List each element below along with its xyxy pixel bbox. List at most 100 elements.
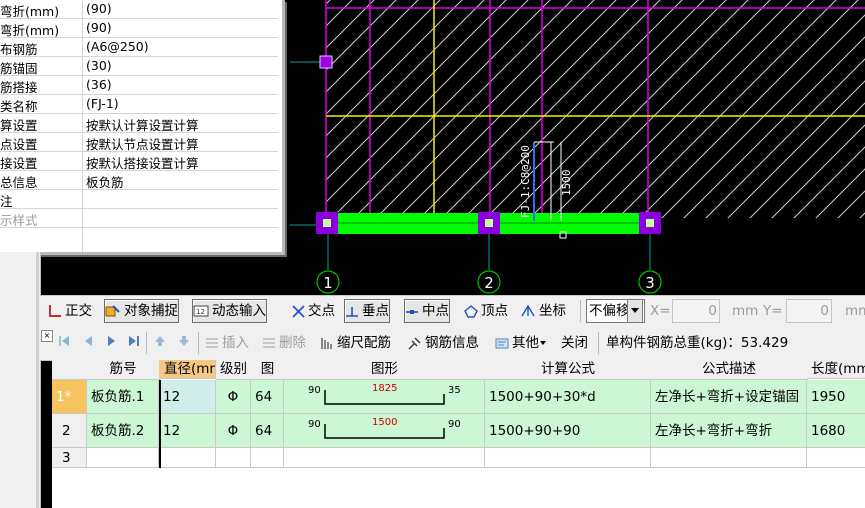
prop-value[interactable]: (90) xyxy=(86,20,112,35)
prop-value[interactable]: (FJ-1) xyxy=(86,96,119,111)
delete-label: 删除 xyxy=(279,335,306,351)
cell-shape[interactable]: 90 1825 35 xyxy=(284,380,485,414)
prop-value[interactable]: 按默认节点设置计算 xyxy=(86,134,199,153)
insert-button[interactable]: 插入 xyxy=(205,332,249,354)
cell-figure-no[interactable] xyxy=(251,448,284,468)
prop-row[interactable]: 筋锚固 (30) xyxy=(0,57,278,76)
object-snap-button[interactable]: 对象捕捉 xyxy=(104,299,179,323)
next-record-icon xyxy=(108,336,115,346)
y-input[interactable]: 0 xyxy=(786,299,832,323)
cell-length[interactable]: 1680 xyxy=(807,414,865,448)
header-formula[interactable]: 计算公式 xyxy=(485,360,652,380)
panel-close-icon[interactable]: × xyxy=(41,330,53,342)
properties-panel: 弯折(mm) (90) 弯折(mm) (90) 布钢筋 (A6@250) 筋锚固 (30… xyxy=(0,0,285,255)
x-input[interactable]: 0 xyxy=(672,299,720,323)
vertex-button[interactable]: 顶点 xyxy=(464,300,508,322)
last-record-icon xyxy=(129,336,139,346)
scale-rebar-button[interactable]: 缩尺配筋 xyxy=(320,332,391,354)
prop-row[interactable]: 接设置 按默认搭接设置计算 xyxy=(0,152,278,171)
dim-label: 1500 xyxy=(560,170,573,197)
prop-row[interactable]: 注 xyxy=(0,190,278,209)
header-formula-desc[interactable]: 公式描述 xyxy=(651,360,808,380)
prop-row[interactable]: 布钢筋 (A6@250) xyxy=(0,38,278,57)
cell-formula[interactable]: 1500+90+90 xyxy=(485,414,651,448)
cell-shape[interactable] xyxy=(284,448,485,468)
prop-row[interactable]: 总信息 板负筋 xyxy=(0,171,278,190)
cell-formula[interactable] xyxy=(485,448,651,468)
delete-button[interactable]: 删除 xyxy=(262,332,306,354)
ortho-button[interactable]: 正交 xyxy=(48,300,92,322)
cell-formula-desc[interactable] xyxy=(651,448,807,468)
coordinate-label: 坐标 xyxy=(539,303,566,319)
cell-diameter[interactable]: 12 xyxy=(159,414,216,448)
cell-shape[interactable]: 90 1500 90 xyxy=(284,414,485,448)
perpendicular-button[interactable]: 垂点 xyxy=(344,299,390,323)
cell-formula-desc[interactable]: 左净长+弯折+设定锚固 xyxy=(651,380,807,414)
cell-grade[interactable]: Φ xyxy=(216,414,251,448)
midpoint-label: 中点 xyxy=(422,303,449,319)
prop-value[interactable]: 按默认搭接设置计算 xyxy=(86,153,199,172)
svg-text:12: 12 xyxy=(196,308,205,316)
first-record-button[interactable] xyxy=(58,332,70,354)
midpoint-button[interactable]: 中点 xyxy=(404,299,450,323)
cell-length[interactable] xyxy=(807,448,865,468)
cell-bar-name[interactable]: 板负筋.1 xyxy=(87,380,159,414)
cell-diameter[interactable]: 12 xyxy=(159,380,216,414)
row-number[interactable]: 1* xyxy=(52,380,87,414)
cell-grade[interactable] xyxy=(216,448,251,468)
perpendicular-icon xyxy=(346,306,358,317)
rebar-info-button[interactable]: 钢筋信息 xyxy=(408,332,479,354)
prop-key: 接设置 xyxy=(0,156,38,170)
prop-row[interactable]: 点设置 按默认节点设置计算 xyxy=(0,133,278,152)
cell-formula[interactable]: 1500+90+30*d xyxy=(485,380,651,414)
perpendicular-label: 垂点 xyxy=(362,303,389,319)
cell-length[interactable]: 1950 xyxy=(807,380,865,414)
chevron-down-icon xyxy=(631,308,639,313)
coordinate-button[interactable]: 坐标 xyxy=(520,300,566,322)
dynamic-input-button[interactable]: 12 动态输入 xyxy=(192,299,267,323)
other-dropdown-button[interactable]: 其他 xyxy=(495,332,547,354)
prop-row[interactable]: 筋搭接 (36) xyxy=(0,76,278,95)
cell-grade[interactable]: Φ xyxy=(216,380,251,414)
prop-row[interactable]: 算设置 按默认计算设置计算 xyxy=(0,114,278,133)
header-bar-no[interactable]: 筋号 xyxy=(87,360,160,380)
header-figure-no[interactable]: 图号 xyxy=(251,360,285,380)
cell-bar-name[interactable] xyxy=(87,448,159,468)
prop-value[interactable]: 板负筋 xyxy=(86,172,124,191)
prop-row[interactable]: 弯折(mm) (90) xyxy=(0,19,278,38)
intersection-button[interactable]: 交点 xyxy=(292,300,335,322)
header-diameter[interactable]: 直径(mm) xyxy=(159,360,216,379)
next-record-button[interactable] xyxy=(106,332,118,354)
prop-value[interactable]: (30) xyxy=(86,58,112,73)
prop-value[interactable]: 按默认计算设置计算 xyxy=(86,115,199,134)
header-grade[interactable]: 级别 xyxy=(216,360,252,380)
header-shape[interactable]: 图形 xyxy=(284,360,486,380)
prop-value[interactable]: (90) xyxy=(86,1,112,16)
row-number[interactable]: 2 xyxy=(52,414,87,448)
offset-dropdown-button[interactable] xyxy=(627,299,643,323)
ortho-label: 正交 xyxy=(65,303,92,319)
prop-key: 算设置 xyxy=(0,118,38,132)
row-number[interactable]: 3 xyxy=(52,448,87,468)
move-up-button[interactable] xyxy=(154,332,166,354)
prop-value[interactable]: (36) xyxy=(86,77,112,92)
close-button[interactable]: 关闭 xyxy=(561,332,588,354)
cell-bar-name[interactable]: 板负筋.2 xyxy=(87,414,159,448)
dynamic-input-icon: 12 xyxy=(193,305,209,317)
prop-value[interactable]: (A6@250) xyxy=(86,39,149,54)
last-record-button[interactable] xyxy=(128,332,140,354)
cell-figure-no[interactable]: 64 xyxy=(251,380,284,414)
cell-figure-no[interactable]: 64 xyxy=(251,414,284,448)
cell-formula-desc[interactable]: 左净长+弯折+弯折 xyxy=(651,414,807,448)
prop-row[interactable]: 类名称 (FJ-1) xyxy=(0,95,278,114)
prop-row[interactable]: 弯折(mm) (90) xyxy=(0,0,278,19)
ortho-icon xyxy=(49,305,61,317)
prev-record-button[interactable] xyxy=(82,332,94,354)
header-length[interactable]: 长度(mm) xyxy=(807,360,865,379)
object-snap-label: 对象捕捉 xyxy=(124,303,178,319)
insert-icon xyxy=(206,338,218,348)
move-down-button[interactable] xyxy=(178,332,190,354)
cell-diameter[interactable] xyxy=(159,448,216,468)
left-gutter xyxy=(0,252,41,508)
prop-row[interactable]: 示样式 xyxy=(0,209,278,228)
